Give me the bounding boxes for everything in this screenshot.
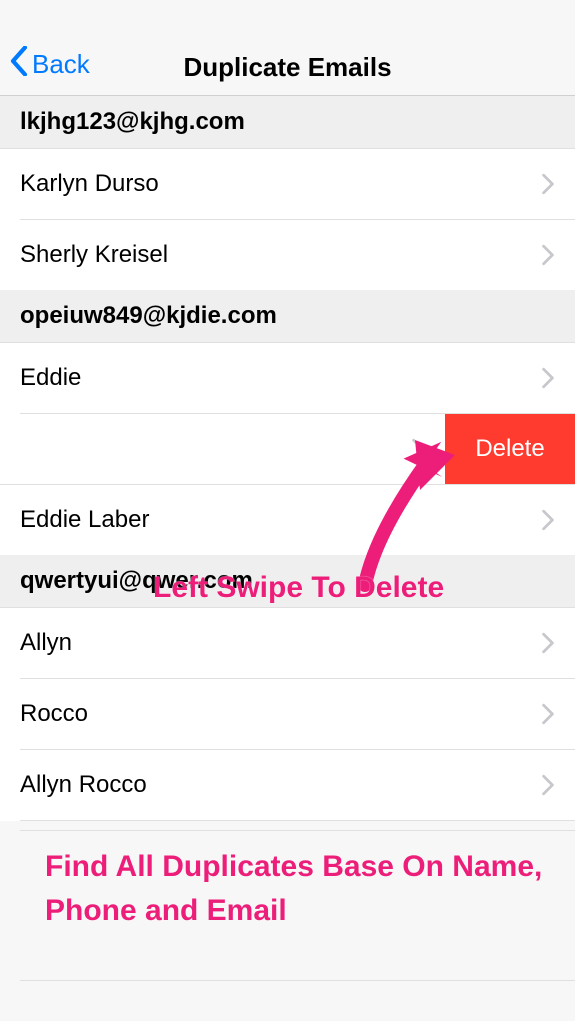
navigation-bar: Back Duplicate Emails <box>0 0 575 96</box>
contact-list: Allyn Rocco Allyn Rocco <box>0 608 575 821</box>
contact-list: Karlyn Durso Sherly Kreisel <box>0 149 575 290</box>
chevron-right-icon <box>541 509 555 531</box>
list-item[interactable]: Allyn Rocco <box>0 750 575 820</box>
contact-list: Eddie die Delete Eddie Laber <box>0 343 575 555</box>
chevron-right-icon <box>541 774 555 796</box>
list-item[interactable]: Sherly Kreisel <box>0 220 575 290</box>
list-item[interactable]: Rocco <box>0 679 575 749</box>
chevron-right-icon <box>541 173 555 195</box>
chevron-right-icon <box>541 632 555 654</box>
contact-name: Eddie Laber <box>20 506 149 534</box>
section-header: qwertyui@qwer.com <box>0 555 575 608</box>
delete-button[interactable]: Delete <box>445 414 575 484</box>
contact-name: Allyn Rocco <box>20 771 147 799</box>
annotation-find-text: Find All Duplicates Base On Name, Phone … <box>45 845 545 932</box>
list-item-swiped[interactable]: die Delete <box>0 414 445 484</box>
separator <box>0 980 575 981</box>
back-label: Back <box>32 49 90 80</box>
contact-name: Allyn <box>20 629 72 657</box>
chevron-right-icon <box>541 367 555 389</box>
list-item[interactable]: Allyn <box>0 608 575 678</box>
separator <box>0 830 575 831</box>
list-item[interactable]: Eddie <box>0 343 575 413</box>
list-item[interactable]: Eddie Laber <box>0 485 575 555</box>
chevron-left-icon <box>10 46 32 83</box>
section-header: lkjhg123@kjhg.com <box>0 96 575 149</box>
chevron-right-icon <box>411 438 425 460</box>
list-item[interactable]: Karlyn Durso <box>0 149 575 219</box>
section-header: opeiuw849@kjdie.com <box>0 290 575 343</box>
chevron-right-icon <box>541 703 555 725</box>
contact-name: Rocco <box>20 700 88 728</box>
contact-name: Sherly Kreisel <box>20 241 168 269</box>
chevron-right-icon <box>541 244 555 266</box>
contact-name: Eddie <box>20 364 81 392</box>
separator <box>20 820 575 821</box>
contact-name: Karlyn Durso <box>20 170 159 198</box>
delete-label: Delete <box>475 435 544 463</box>
back-button[interactable]: Back <box>10 46 90 83</box>
